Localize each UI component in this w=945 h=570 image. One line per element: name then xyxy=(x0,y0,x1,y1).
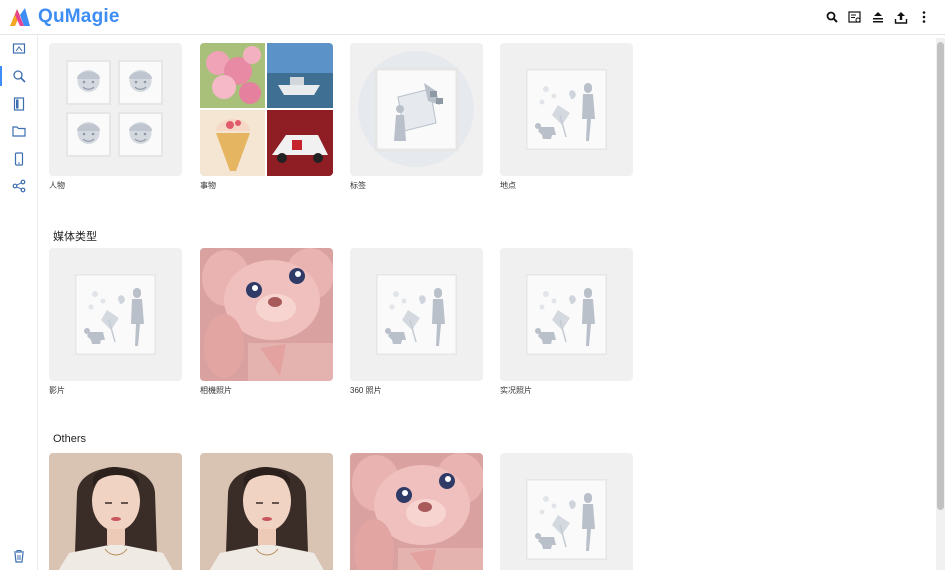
pink-bear-photo-image xyxy=(350,453,483,570)
placeholder-thumbnail xyxy=(500,453,633,570)
vertical-scrollbar[interactable] xyxy=(936,38,945,570)
app-logo[interactable]: QuMagie xyxy=(8,6,120,28)
media-card-camera-photos[interactable]: 相機照片 xyxy=(200,248,333,395)
top-bar: QuMagie xyxy=(0,0,945,35)
upload-queue-icon[interactable] xyxy=(871,9,885,25)
portrait-photo-image xyxy=(200,453,333,570)
folder-icon[interactable] xyxy=(12,124,26,138)
category-label: 人物 xyxy=(49,181,65,190)
people-thumbnail xyxy=(49,43,182,176)
scrollbar-thumb[interactable] xyxy=(937,42,944,510)
trash-icon[interactable] xyxy=(12,549,26,563)
others-card-4[interactable] xyxy=(500,453,633,570)
media-card-360-photos[interactable]: 360 照片 xyxy=(350,248,483,395)
image-search-icon[interactable] xyxy=(848,9,862,25)
people-placeholder-illustration xyxy=(66,60,163,157)
category-label: 标签 xyxy=(350,181,366,190)
placeholder-image-icon xyxy=(376,274,457,355)
portrait-photo-2 xyxy=(200,453,333,570)
search-icon[interactable] xyxy=(825,9,839,25)
portrait-photo-1 xyxy=(49,453,182,570)
sidebar xyxy=(0,35,38,570)
placeholder-image-icon xyxy=(75,274,156,355)
pink-bear-photo-2 xyxy=(350,453,483,570)
album-icon[interactable] xyxy=(12,97,26,111)
things-photo-collage xyxy=(200,43,333,176)
more-vertical-icon[interactable] xyxy=(917,9,931,25)
media-card-live-photos[interactable]: 实况照片 xyxy=(500,248,633,395)
phone-icon[interactable] xyxy=(12,152,26,166)
placeholder-image-icon xyxy=(526,479,607,560)
media-type-label: 相機照片 xyxy=(200,386,232,395)
portrait-photo-image xyxy=(49,453,182,570)
qumagie-logo-icon xyxy=(10,8,30,26)
smart-album-icon[interactable] xyxy=(12,69,26,83)
upload-icon[interactable] xyxy=(894,9,908,25)
video-thumbnail xyxy=(49,248,182,381)
camera-photos-thumbnail xyxy=(200,248,333,381)
category-label: 事物 xyxy=(200,181,216,190)
sidebar-active-indicator xyxy=(0,66,2,86)
tags-placeholder-illustration xyxy=(358,51,474,167)
others-card-2[interactable] xyxy=(200,453,333,570)
media-type-label: 影片 xyxy=(49,386,65,395)
others-card-1[interactable] xyxy=(49,453,182,570)
category-label: 地点 xyxy=(500,181,516,190)
360-photos-thumbnail xyxy=(350,248,483,381)
media-type-label: 实况照片 xyxy=(500,386,532,395)
tags-thumbnail xyxy=(350,43,483,176)
category-card-places[interactable]: 地点 xyxy=(500,43,633,190)
places-thumbnail xyxy=(500,43,633,176)
share-icon[interactable] xyxy=(12,179,26,193)
section-title-media-types: 媒体类型 xyxy=(53,231,97,243)
pink-bear-photo xyxy=(200,248,333,381)
live-photos-thumbnail xyxy=(500,248,633,381)
others-card-3[interactable] xyxy=(350,453,483,570)
home-icon[interactable] xyxy=(12,41,26,55)
category-card-tags[interactable]: 标签 xyxy=(350,43,483,190)
main-content: 人物 事物 标签 地点 媒体类型 影片 相機照片 360 照片 实况照片 Oth… xyxy=(39,35,934,570)
app-title: QuMagie xyxy=(38,6,120,27)
section-title-others: Others xyxy=(53,433,87,445)
category-card-people[interactable]: 人物 xyxy=(49,43,182,190)
placeholder-image-icon xyxy=(526,69,607,150)
placeholder-image-icon xyxy=(526,274,607,355)
category-card-things[interactable]: 事物 xyxy=(200,43,333,190)
media-type-label: 360 照片 xyxy=(350,386,382,395)
media-card-video[interactable]: 影片 xyxy=(49,248,182,395)
things-thumbnail xyxy=(200,43,333,176)
